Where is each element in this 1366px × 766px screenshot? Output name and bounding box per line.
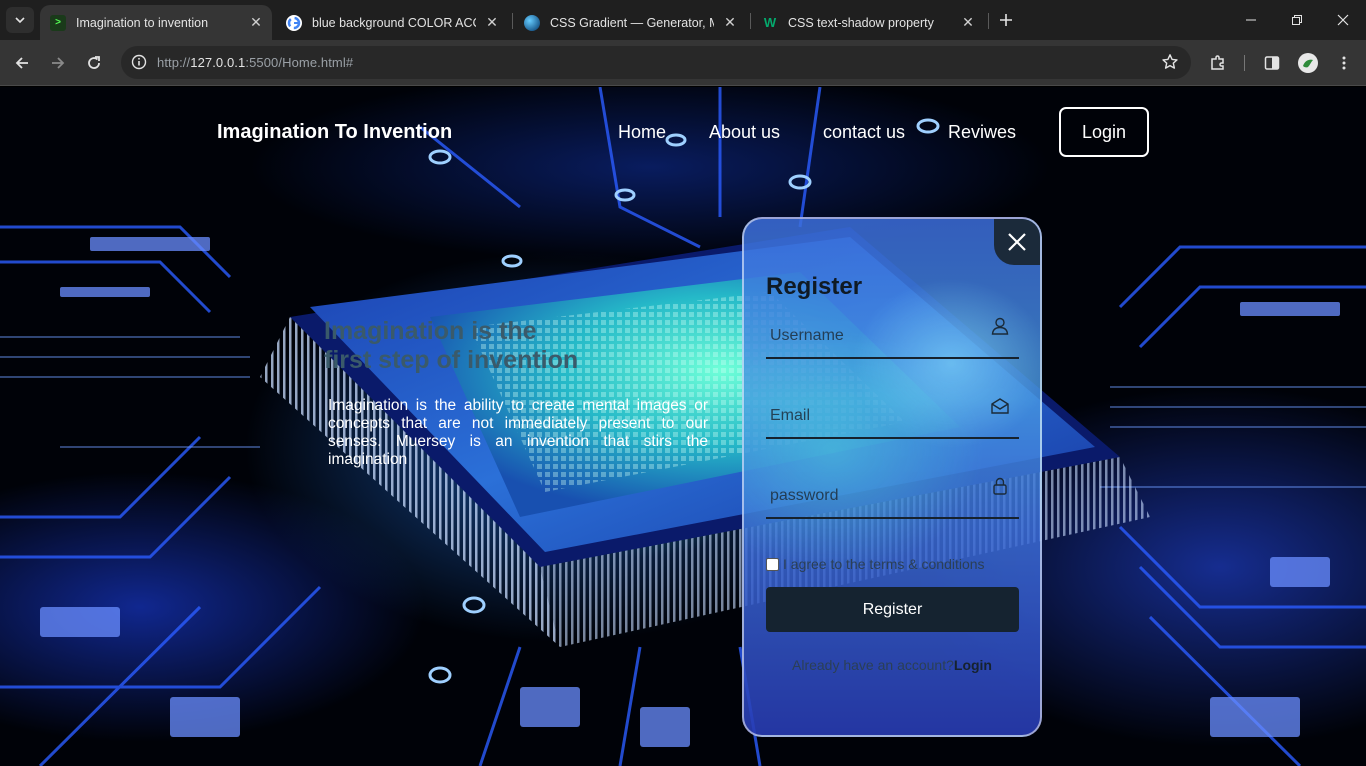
modal-close-button[interactable] — [994, 219, 1040, 265]
login-prompt: Already have an account?Login — [744, 657, 1040, 673]
terms-agreement: I agree to the terms & conditions — [766, 556, 985, 572]
bookmark-star-icon[interactable] — [1161, 53, 1179, 76]
site-brand: Imagination To Invention — [217, 121, 453, 143]
register-submit-button[interactable]: Register — [766, 587, 1019, 632]
browser-tab-bar: > Imagination to invention ✕ blue backgr… — [0, 0, 1366, 40]
terminal-favicon-icon: > — [50, 14, 66, 31]
nav-link-contact[interactable]: contact us — [823, 122, 905, 143]
close-icon — [1008, 233, 1026, 251]
tab-separator — [512, 13, 513, 29]
plus-icon — [1000, 14, 1012, 26]
minimize-icon — [1246, 19, 1256, 21]
site-navbar: Imagination To Invention Home About us c… — [0, 87, 1366, 177]
hero-paragraph: Imagination is the ability to create men… — [328, 397, 708, 468]
mail-icon — [991, 398, 1009, 414]
lock-icon — [993, 477, 1007, 495]
login-prompt-text: Already have an account? — [792, 657, 954, 673]
restore-icon — [1292, 15, 1302, 25]
back-arrow-icon — [15, 57, 28, 69]
nav-link-home[interactable]: Home — [618, 122, 666, 143]
profile-avatar[interactable] — [1293, 48, 1323, 78]
tab-title: CSS text-shadow property — [788, 15, 934, 30]
reload-icon — [88, 56, 100, 69]
close-icon[interactable]: ✕ — [482, 13, 502, 33]
tab-imagination[interactable]: > Imagination to invention ✕ — [40, 5, 272, 40]
extensions-button[interactable] — [1203, 48, 1233, 78]
nav-link-reviews[interactable]: Reviwes — [948, 122, 1016, 143]
restore-button[interactable] — [1274, 0, 1320, 40]
url-prefix: http:// — [157, 55, 191, 70]
tab-separator — [988, 13, 989, 29]
new-tab-button[interactable] — [994, 8, 1018, 32]
kebab-menu-icon — [1342, 56, 1346, 70]
hero-title: Imagination is the first step of inventi… — [324, 317, 684, 375]
side-panel-icon — [1264, 56, 1280, 70]
tab-w3schools[interactable]: W CSS text-shadow property ✕ — [752, 5, 984, 40]
close-icon — [1337, 14, 1349, 26]
close-icon[interactable]: ✕ — [958, 13, 978, 33]
close-icon[interactable]: ✕ — [720, 13, 740, 33]
tab-google[interactable]: blue background COLOR ACCPET ✕ — [276, 5, 508, 40]
puzzle-icon — [1211, 55, 1224, 70]
url-host: 127.0.0.1 — [190, 55, 246, 70]
email-field — [766, 395, 1019, 439]
tab-cssgradient[interactable]: CSS Gradient — Generator, Maker ✕ — [514, 5, 746, 40]
close-icon[interactable]: ✕ — [246, 13, 266, 33]
toolbar-separator — [1244, 55, 1245, 71]
hero-title-line2: first step of invention — [324, 346, 579, 374]
back-button[interactable] — [7, 48, 37, 78]
address-bar[interactable]: http://127.0.0.1:5500/Home.html# — [121, 46, 1191, 79]
minimize-button[interactable] — [1228, 0, 1274, 40]
reload-button[interactable] — [79, 48, 109, 78]
chevron-down-icon — [15, 17, 25, 24]
avatar-icon — [1298, 53, 1318, 73]
terms-label: I agree to the terms & conditions — [783, 556, 985, 572]
tab-title: CSS Gradient — Generator, Maker — [550, 15, 714, 30]
tab-title: Imagination to invention — [76, 15, 209, 30]
site-info-icon[interactable] — [129, 52, 149, 72]
cssgradient-favicon-icon — [524, 14, 540, 31]
browser-menu-button[interactable] — [1329, 48, 1359, 78]
tab-title: blue background COLOR ACCPET — [312, 15, 476, 30]
w3schools-favicon-icon: W — [763, 15, 777, 30]
side-panel-button[interactable] — [1257, 48, 1287, 78]
password-field — [766, 475, 1019, 519]
window-close-button[interactable] — [1320, 0, 1366, 40]
terms-checkbox[interactable] — [766, 557, 779, 571]
username-field — [766, 315, 1019, 359]
tab-separator — [750, 13, 751, 29]
password-input[interactable] — [766, 475, 986, 517]
url-text[interactable]: http://127.0.0.1:5500/Home.html# — [157, 55, 353, 70]
username-input[interactable] — [766, 315, 986, 357]
user-icon — [991, 317, 1009, 335]
nav-login-button[interactable]: Login — [1059, 107, 1149, 157]
register-title: Register — [766, 273, 863, 300]
page-viewport: Imagination To Invention Home About us c… — [0, 87, 1366, 766]
hero-title-line1: Imagination is the — [324, 317, 537, 345]
forward-button[interactable] — [43, 48, 73, 78]
url-rest: :5500/Home.html# — [245, 55, 354, 70]
tab-search-button[interactable] — [6, 7, 34, 33]
browser-toolbar: http://127.0.0.1:5500/Home.html# — [0, 40, 1366, 86]
register-modal: Register I agree to the terms & conditio… — [742, 217, 1042, 737]
forward-arrow-icon — [52, 57, 65, 69]
email-input[interactable] — [766, 395, 986, 437]
login-link[interactable]: Login — [954, 657, 992, 673]
nav-link-about[interactable]: About us — [709, 122, 780, 143]
google-favicon-icon — [286, 14, 302, 31]
